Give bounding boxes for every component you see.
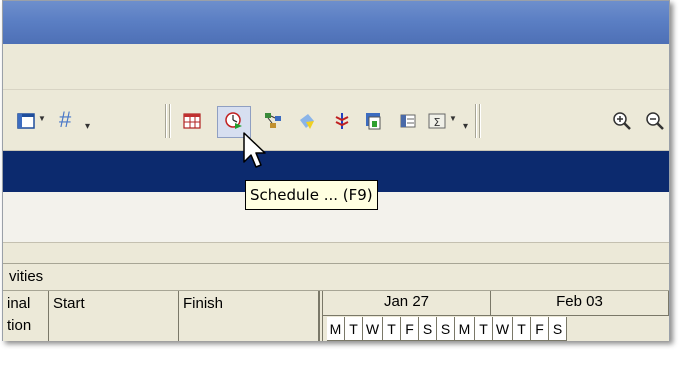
pencil-shape-icon[interactable] [298, 112, 316, 130]
column-header-finish[interactable]: Finish [179, 291, 319, 341]
toolbar-overflow-icon[interactable]: ▾ [85, 112, 95, 132]
toolbar-separator [169, 104, 171, 138]
gantt-day: S [419, 317, 437, 341]
toolbar: ▼ # ▾ Σ ▼ ▾ [3, 90, 669, 151]
zoom-out-icon[interactable] [646, 112, 664, 130]
panel-splitter[interactable] [3, 243, 669, 264]
table-view-icon[interactable] [183, 112, 201, 130]
activities-section-header: vities [3, 264, 669, 291]
column-header-original-duration[interactable]: inal tion [3, 291, 49, 341]
summary-dropdown-arrow-icon[interactable]: ▼ [449, 114, 457, 123]
hash-button[interactable]: # [59, 107, 71, 133]
gantt-day: M [327, 317, 345, 341]
svg-text:Σ: Σ [434, 116, 441, 129]
gantt-day: T [513, 317, 531, 341]
network-icon[interactable] [264, 112, 282, 130]
gantt-day: W [363, 317, 383, 341]
table-header: inal tion Start Finish Jan 27 Feb 03 M T… [3, 291, 669, 341]
gantt-day: F [531, 317, 549, 341]
column-header-label: inal [7, 295, 31, 312]
toolbar-separator [165, 104, 167, 138]
gantt-week-header: Jan 27 [323, 291, 491, 316]
application-window: ▼ # ▾ Σ ▼ ▾ vities inal tion Start Finis… [2, 0, 670, 341]
schedule-clock-icon[interactable] [225, 112, 243, 130]
title-bar [3, 1, 669, 44]
toolbar-overflow-icon-2[interactable]: ▾ [463, 112, 473, 132]
column-header-label: Start [53, 295, 85, 312]
schedule-tooltip: Schedule ... (F9) [245, 180, 378, 210]
toolbar-separator [479, 104, 481, 138]
gantt-day: T [475, 317, 493, 341]
column-header-label: Finish [183, 295, 224, 312]
column-header-label-2: tion [7, 317, 32, 334]
zoom-in-icon[interactable] [613, 112, 631, 130]
level-icon[interactable] [333, 112, 351, 130]
gantt-day: T [383, 317, 401, 341]
gantt-day: M [455, 317, 475, 341]
toolbar-separator [475, 104, 477, 138]
gantt-day: S [549, 317, 567, 341]
menu-bar [3, 44, 669, 90]
summary-icon[interactable]: Σ [428, 112, 446, 130]
column-header-start[interactable]: Start [49, 291, 179, 341]
section-title: vities [9, 268, 44, 285]
columns-icon[interactable] [399, 112, 417, 130]
gantt-day: F [401, 317, 419, 341]
gantt-day: T [345, 317, 363, 341]
mouse-pointer-icon [243, 132, 266, 168]
gantt-splitter[interactable] [319, 291, 323, 341]
layout-icon[interactable] [17, 112, 35, 130]
layout-dropdown-arrow-icon[interactable]: ▼ [38, 114, 46, 123]
gantt-day: S [437, 317, 455, 341]
store-icon[interactable] [365, 112, 383, 130]
gantt-week-header: Feb 03 [491, 291, 669, 316]
gantt-day: W [493, 317, 513, 341]
